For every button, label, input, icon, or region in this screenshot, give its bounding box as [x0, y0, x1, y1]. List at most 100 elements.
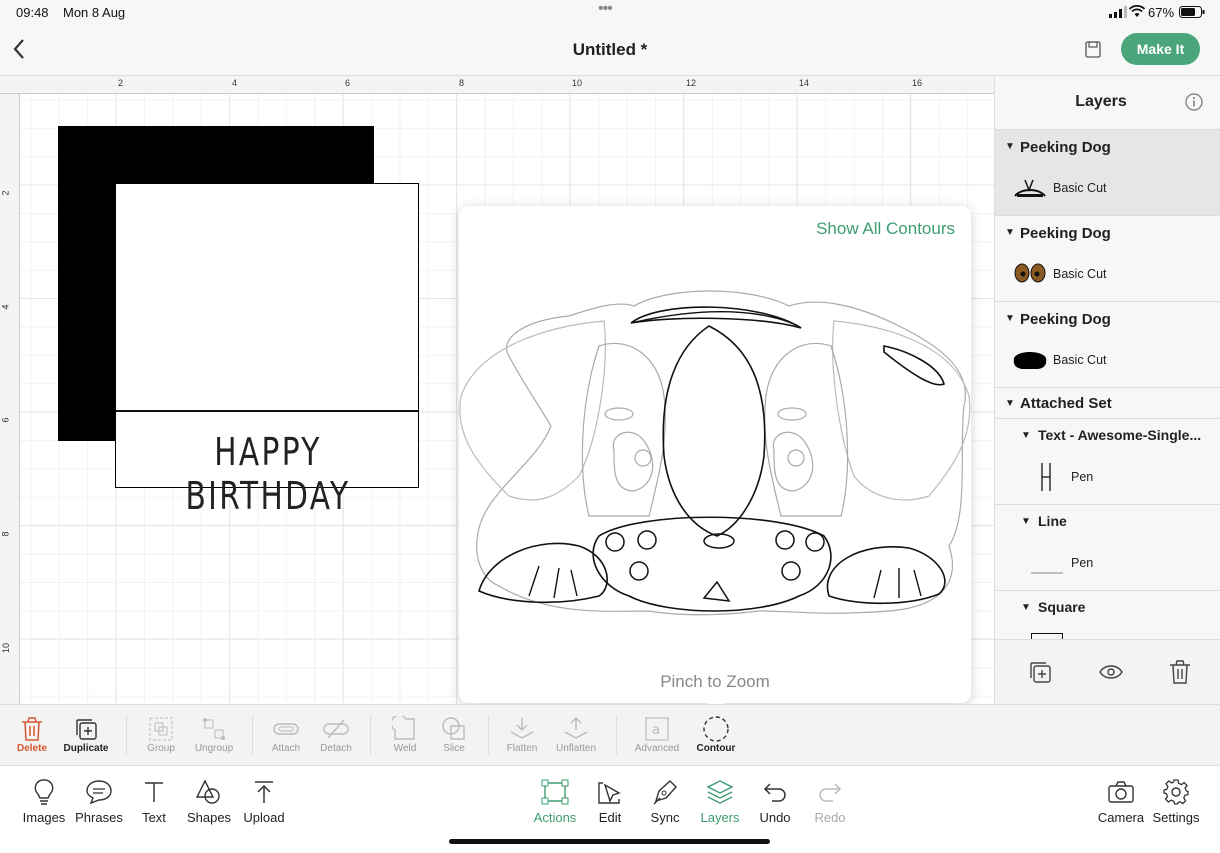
- advanced-label: Advanced: [634, 743, 680, 754]
- ruler-tick: 2: [0, 190, 11, 196]
- delete-button[interactable]: Delete: [4, 715, 60, 754]
- edit-button[interactable]: Edit: [580, 774, 640, 825]
- happy-birthday-text[interactable]: HAPPY BIRTHDAY: [149, 430, 386, 518]
- slice-icon: [426, 715, 482, 743]
- layer-group-name: Peeking Dog: [1020, 311, 1111, 328]
- layer-child-text[interactable]: ▼ Text - Awesome-Single... Pen: [995, 419, 1220, 505]
- detach-button[interactable]: Detach: [308, 715, 364, 754]
- duplicate-button[interactable]: Duplicate: [58, 715, 114, 754]
- birthday-label-box[interactable]: HAPPY BIRTHDAY: [115, 410, 419, 518]
- battery-level: 67%: [1148, 5, 1175, 20]
- expand-triangle-icon[interactable]: ▼: [1005, 398, 1015, 409]
- layer-group-name: Attached Set: [1020, 395, 1112, 412]
- layer-group-peeking-dog[interactable]: ▼ Peeking Dog Basic Cut: [995, 216, 1220, 302]
- upload-button[interactable]: Upload: [234, 774, 294, 825]
- layer-group-name: Peeking Dog: [1020, 225, 1111, 242]
- sync-button[interactable]: Sync: [635, 774, 695, 825]
- status-bar: 09:48 Mon 8 Aug ••• 67%: [0, 0, 1220, 24]
- contour-button[interactable]: Contour: [688, 715, 744, 754]
- layer-child-square[interactable]: ▼ Square: [995, 591, 1220, 639]
- layer-group-peeking-dog[interactable]: ▼ Peeking Dog Basic Cut: [995, 302, 1220, 388]
- group-button[interactable]: Group: [133, 715, 189, 754]
- camera-label: Camera: [1097, 810, 1145, 825]
- expand-triangle-icon[interactable]: ▼: [1005, 141, 1015, 152]
- text-button[interactable]: Text: [124, 774, 184, 825]
- undo-label: Undo: [759, 810, 791, 825]
- shapes-button[interactable]: Shapes: [179, 774, 239, 825]
- ruler-tick: 8: [459, 78, 465, 88]
- flatten-button[interactable]: Flatten: [494, 715, 550, 754]
- edit-label: Edit: [598, 810, 622, 825]
- actions-nodes-icon: [525, 774, 585, 810]
- expand-triangle-icon[interactable]: ▼: [1021, 602, 1031, 613]
- contour-popup: Show All Contours Pinch to Zoom: [459, 206, 971, 703]
- ruler-tick: 16: [912, 78, 923, 88]
- save-icon[interactable]: [1085, 41, 1101, 63]
- redo-button[interactable]: Redo: [800, 774, 860, 825]
- ungroup-button[interactable]: Ungroup: [186, 715, 242, 754]
- unflatten-icon: [548, 715, 604, 743]
- weld-label: Weld: [393, 743, 417, 754]
- advanced-button[interactable]: a Advanced: [629, 715, 685, 754]
- show-all-contours-button[interactable]: Show All Contours: [816, 219, 955, 239]
- layer-group-attached-set[interactable]: ▼ Attached Set: [995, 388, 1220, 419]
- layer-operation: Pen: [1071, 556, 1094, 570]
- peeking-dog-contour-preview[interactable]: [459, 286, 971, 626]
- info-icon[interactable]: [1185, 93, 1203, 116]
- toolbar-divider: [488, 715, 489, 755]
- text-pen-thumbnail-icon: [1039, 461, 1053, 498]
- expand-triangle-icon[interactable]: ▼: [1021, 430, 1031, 441]
- multitask-dots[interactable]: •••: [598, 0, 613, 18]
- layer-child-line[interactable]: ▼ Line Pen: [995, 505, 1220, 591]
- actions-label: Actions: [533, 810, 577, 825]
- unflatten-label: Unflatten: [555, 743, 597, 754]
- dog-silhouette-thumbnail-icon: [1013, 348, 1047, 375]
- images-button[interactable]: Images: [14, 774, 74, 825]
- slice-button[interactable]: Slice: [426, 715, 482, 754]
- duplicate-layer-icon[interactable]: [1028, 660, 1052, 689]
- make-it-button[interactable]: Make It: [1121, 33, 1200, 65]
- home-indicator[interactable]: [449, 839, 770, 844]
- layers-title: Layers: [1075, 93, 1127, 110]
- unflatten-button[interactable]: Unflatten: [548, 715, 604, 754]
- expand-triangle-icon[interactable]: ▼: [1005, 313, 1015, 324]
- ruler-tick: 2: [118, 78, 124, 88]
- expand-triangle-icon[interactable]: ▼: [1005, 227, 1015, 238]
- delete-layer-icon[interactable]: [1169, 660, 1191, 689]
- ruler-tick: 4: [232, 78, 238, 88]
- layer-child-name: Square: [1038, 599, 1086, 615]
- advanced-icon: a: [629, 715, 685, 743]
- actions-button[interactable]: Actions: [525, 774, 585, 825]
- contour-label: Contour: [696, 743, 736, 754]
- camera-button[interactable]: Camera: [1091, 774, 1151, 825]
- redo-arrow-icon: [800, 774, 860, 810]
- ungroup-icon: [186, 715, 242, 743]
- ruler-tick: 10: [1, 642, 12, 654]
- visibility-eye-icon[interactable]: [1099, 664, 1123, 685]
- status-date: Mon 8 Aug: [63, 5, 126, 20]
- pinch-to-zoom-hint: Pinch to Zoom: [660, 672, 770, 691]
- ruler-tick: 10: [572, 78, 583, 88]
- undo-button[interactable]: Undo: [745, 774, 805, 825]
- toolbar-divider: [370, 715, 371, 755]
- wifi-icon: [1128, 5, 1146, 21]
- layers-button[interactable]: Layers: [690, 774, 750, 825]
- detach-label: Detach: [320, 743, 352, 754]
- gear-icon: [1146, 774, 1206, 810]
- phrases-button[interactable]: Phrases: [69, 774, 129, 825]
- weld-icon: [377, 715, 433, 743]
- attach-button[interactable]: Attach: [258, 715, 314, 754]
- top-bar: Untitled * Make It: [0, 24, 1220, 76]
- layers-label: Layers: [700, 810, 740, 825]
- group-icon: [133, 715, 189, 743]
- toolbar-divider: [252, 715, 253, 755]
- pen-nib-icon: [635, 774, 695, 810]
- layers-header: Layers: [995, 76, 1220, 130]
- settings-button[interactable]: Settings: [1146, 774, 1206, 825]
- layer-operation: Basic Cut: [1053, 353, 1107, 367]
- left-ruler: 2 4 6 8 10: [0, 94, 20, 704]
- weld-button[interactable]: Weld: [377, 715, 433, 754]
- expand-triangle-icon[interactable]: ▼: [1021, 516, 1031, 527]
- edit-toolbar: Delete Duplicate Group Ungroup Attach De…: [0, 704, 1220, 766]
- layer-group-peeking-dog[interactable]: ▼ Peeking Dog Basic Cut: [995, 130, 1220, 216]
